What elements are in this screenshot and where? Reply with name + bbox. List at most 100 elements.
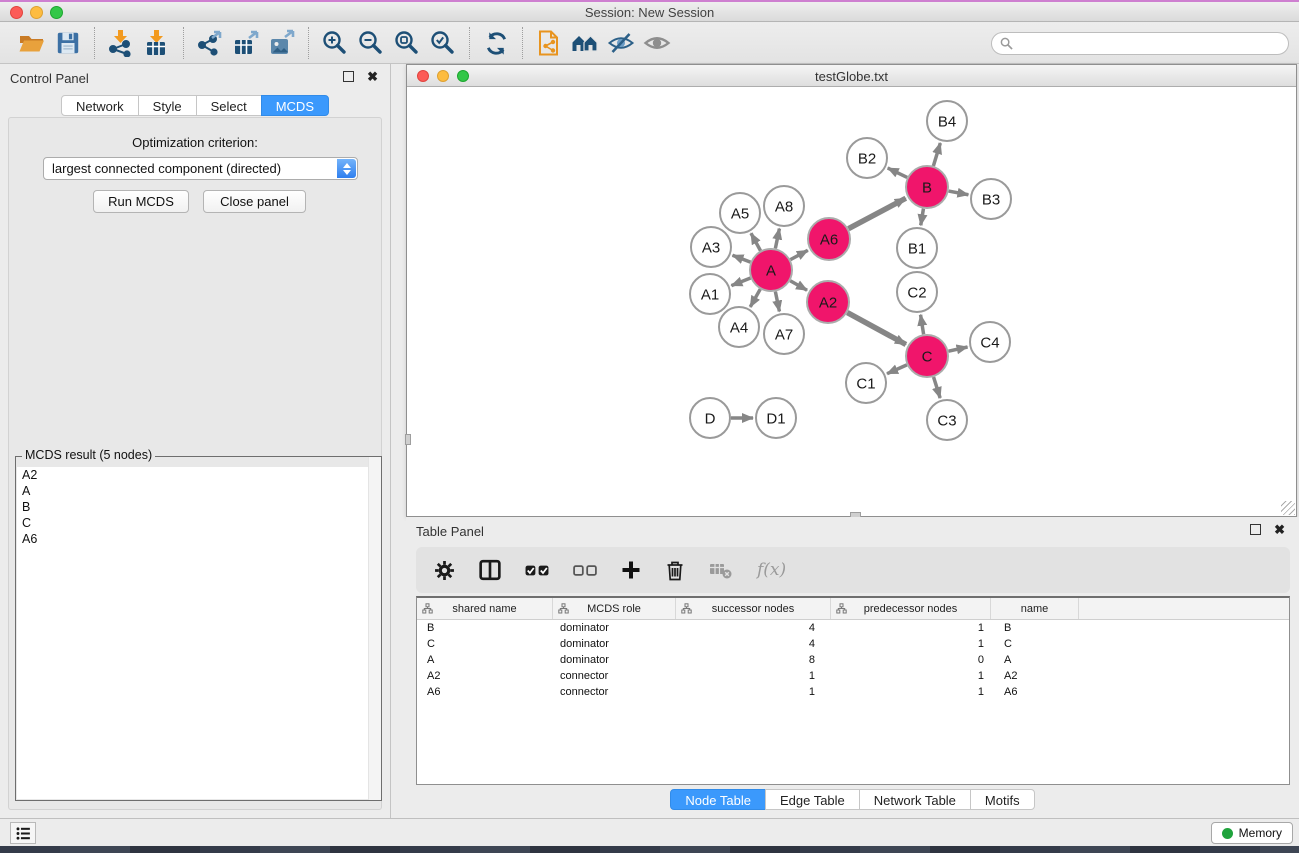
search-field[interactable]: [991, 32, 1289, 55]
zoom-out-button[interactable]: [353, 27, 389, 59]
table-cell[interactable]: A6: [417, 686, 553, 698]
close-panel-icon[interactable]: ✖: [367, 71, 378, 82]
graph-edge-C-C2[interactable]: [921, 315, 924, 335]
close-panel-icon[interactable]: ✖: [1274, 524, 1285, 535]
graph-edge-B-B1[interactable]: [921, 209, 924, 226]
column-header-mcds-role[interactable]: MCDS role: [553, 598, 676, 619]
graph-node-A4[interactable]: A4: [719, 307, 759, 347]
task-history-button[interactable]: [10, 822, 36, 844]
export-network-button[interactable]: [192, 27, 228, 59]
graph-edge-A-A6[interactable]: [790, 250, 807, 259]
hide-details-button[interactable]: [603, 27, 639, 59]
graph-node-D[interactable]: D: [690, 398, 730, 438]
table-cell[interactable]: 1: [831, 670, 991, 682]
table-cell[interactable]: A2: [417, 670, 553, 682]
optimization-criterion-dropdown[interactable]: largest connected component (directed): [43, 157, 358, 180]
table-cell[interactable]: 1: [831, 686, 991, 698]
table-cell[interactable]: 4: [676, 622, 831, 634]
graph-edge-B-B2[interactable]: [888, 168, 907, 177]
graph-edge-C-C3[interactable]: [934, 377, 941, 398]
float-panel-icon[interactable]: [1250, 524, 1261, 535]
table-cell[interactable]: 1: [676, 686, 831, 698]
resize-grip[interactable]: [1281, 501, 1295, 515]
graph-edge-A2-C[interactable]: [847, 313, 906, 345]
table-cell[interactable]: dominator: [553, 622, 676, 634]
graph-node-A7[interactable]: A7: [764, 314, 804, 354]
tab-network[interactable]: Network: [61, 95, 139, 116]
tab-mcds[interactable]: MCDS: [261, 95, 329, 116]
table-cell[interactable]: connector: [553, 670, 676, 682]
graph-node-A2[interactable]: A2: [807, 281, 849, 323]
table-cell[interactable]: 1: [831, 638, 991, 650]
graph-edge-A-A5[interactable]: [751, 233, 761, 250]
graph-node-C3[interactable]: C3: [927, 400, 967, 440]
left-splitter-grip[interactable]: [405, 434, 411, 445]
graph-edge-A-A7[interactable]: [775, 292, 779, 312]
graph-edge-A6-B[interactable]: [848, 198, 905, 228]
select-all-button[interactable]: [525, 565, 549, 576]
graph-node-A5[interactable]: A5: [720, 193, 760, 233]
add-column-button[interactable]: [621, 560, 641, 580]
column-header-predecessor-nodes[interactable]: predecessor nodes: [831, 598, 991, 619]
home-button[interactable]: [567, 27, 603, 59]
zoom-in-button[interactable]: [317, 27, 353, 59]
mcds-result-item[interactable]: A2: [17, 467, 380, 483]
table-cell[interactable]: A: [417, 654, 553, 666]
save-session-button[interactable]: [50, 27, 86, 59]
table-row[interactable]: Bdominator41B: [417, 620, 1289, 636]
graph-edge-B-B3[interactable]: [949, 191, 969, 195]
refresh-view-button[interactable]: [478, 27, 514, 59]
memory-button[interactable]: Memory: [1211, 822, 1293, 844]
table-row[interactable]: Adominator80A: [417, 652, 1289, 668]
open-session-button[interactable]: [14, 27, 50, 59]
delete-column-button[interactable]: [665, 560, 685, 581]
table-cell[interactable]: 1: [831, 622, 991, 634]
table-cell[interactable]: 1: [676, 670, 831, 682]
export-table-button[interactable]: [228, 27, 264, 59]
table-row[interactable]: A2connector11A2: [417, 668, 1289, 684]
tab-edge-table[interactable]: Edge Table: [765, 789, 860, 810]
table-cell[interactable]: A2: [991, 670, 1079, 682]
table-cell[interactable]: C: [991, 638, 1079, 650]
graph-node-B3[interactable]: B3: [971, 179, 1011, 219]
graph-edge-C-C4[interactable]: [948, 347, 967, 351]
graph-node-C2[interactable]: C2: [897, 272, 937, 312]
graph-edge-B-B4[interactable]: [933, 143, 940, 166]
mcds-result-item[interactable]: B: [17, 499, 380, 515]
tab-network-table[interactable]: Network Table: [859, 789, 971, 810]
function-builder-button[interactable]: f(x): [757, 560, 786, 580]
graph-edge-A-A1[interactable]: [731, 278, 750, 286]
network-canvas[interactable]: B4B2BB3A8A5A6A3B1AA1C2A2A4A7C4CC1C3DD1: [407, 88, 1296, 516]
graph-edge-A-A2[interactable]: [790, 281, 807, 290]
table-cell[interactable]: dominator: [553, 654, 676, 666]
table-cell[interactable]: C: [417, 638, 553, 650]
graph-node-B2[interactable]: B2: [847, 138, 887, 178]
column-header-name[interactable]: name: [991, 598, 1079, 619]
mcds-result-item[interactable]: A6: [17, 531, 380, 547]
table-cell[interactable]: 0: [831, 654, 991, 666]
graph-node-A1[interactable]: A1: [690, 274, 730, 314]
graph-node-A[interactable]: A: [750, 249, 792, 291]
graph-node-D1[interactable]: D1: [756, 398, 796, 438]
mcds-result-item[interactable]: A: [17, 483, 380, 499]
graph-edge-A-A3[interactable]: [732, 255, 750, 262]
graph-edge-A-A8[interactable]: [775, 229, 779, 249]
zoom-fit-button[interactable]: [389, 27, 425, 59]
export-image-button[interactable]: [264, 27, 300, 59]
import-table-button[interactable]: [139, 27, 175, 59]
table-cell[interactable]: B: [991, 622, 1079, 634]
float-panel-icon[interactable]: [343, 71, 354, 82]
graph-node-A6[interactable]: A6: [808, 218, 850, 260]
close-panel-button[interactable]: Close panel: [203, 190, 306, 213]
search-input[interactable]: [1018, 37, 1280, 51]
graph-edge-A-A4[interactable]: [750, 289, 760, 307]
tab-select[interactable]: Select: [196, 95, 262, 116]
graph-node-C[interactable]: C: [906, 335, 948, 377]
graph-node-B[interactable]: B: [906, 166, 948, 208]
tab-style[interactable]: Style: [138, 95, 197, 116]
unselect-all-button[interactable]: [573, 565, 597, 576]
table-cell[interactable]: connector: [553, 686, 676, 698]
table-row[interactable]: A6connector11A6: [417, 684, 1289, 700]
graph-node-A3[interactable]: A3: [691, 227, 731, 267]
table-cell[interactable]: 4: [676, 638, 831, 650]
